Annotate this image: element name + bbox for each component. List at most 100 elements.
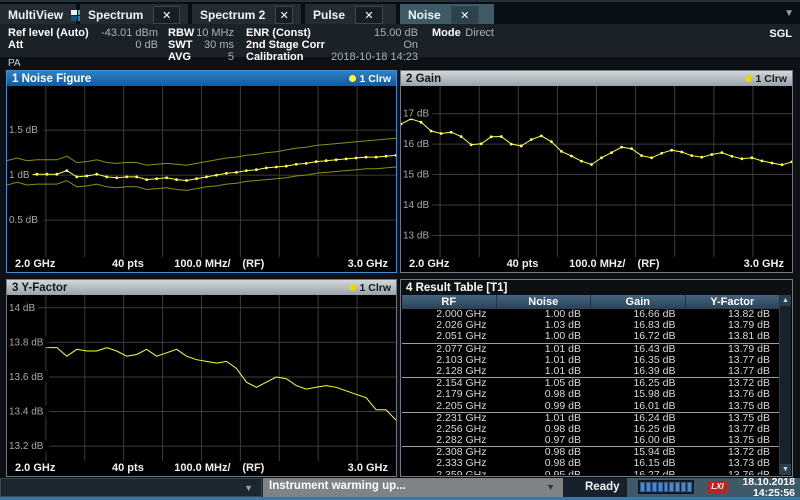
scroll-up-icon[interactable]: ▲ [780,295,791,306]
cell-noise: 0.97 dB [497,435,592,446]
tab-overflow-chevron-icon[interactable]: ▼ [784,8,794,19]
trace-legend: 1 Clrw [349,73,391,85]
trace1-mode-label: 1 Clrw [755,73,787,85]
gain-title: 2 Gain [406,73,441,85]
instrument-screen: MultiViewSpectrum✕Spectrum 2✕Pulse✕Noise… [0,0,800,500]
tab-spectrum-2[interactable]: Spectrum 2 ✕ [192,4,303,26]
cell-rf: 2.179 GHz [402,389,497,400]
table-row: 2.333 GHz0.98 dB16.15 dB13.73 dB [402,458,780,469]
lxi-icon: LXI [708,481,727,493]
cell-noise: 0.98 dB [497,458,592,469]
y-factor-title-bar[interactable]: 3 Y-Factor 1 Clrw [7,280,396,295]
gain-x-axis: 2.0 GHz 40 pts 100.0 MHz/ (RF) 3.0 GHz [401,257,792,272]
cell-y-factor: 13.75 dB [686,401,781,412]
points-label: 40 pts [112,462,144,474]
tab-pulse[interactable]: Pulse✕ [305,4,398,26]
ref-level-field[interactable]: Ref level (Auto) -43.01 dBm [8,28,158,39]
cell-rf: 2.282 GHz [402,435,497,446]
noise-figure-title-bar[interactable]: 1 Noise Figure 1 Clrw [7,71,396,86]
gain-chart-area[interactable]: 13 dB14 dB15 dB16 dB17 dB [401,86,792,257]
mode-field[interactable]: Mode Direct [432,28,494,39]
message-selector-dropdown[interactable]: ▼ [0,478,262,497]
ref-level-label: Ref level (Auto) [8,28,89,39]
cell-noise: 1.00 dB [497,331,592,342]
cell-noise: 1.01 dB [497,366,592,377]
panel-result-table: 4 Result Table [T1] RF Noise Gain Y-Fact… [400,279,793,477]
close-tab-icon[interactable]: ✕ [275,6,293,24]
enr-field[interactable]: ENR (Const) 15.00 dB [246,28,418,39]
cell-y-factor: 13.76 dB [686,470,781,475]
y-axis-label: 14 dB [9,303,35,314]
close-tab-icon[interactable]: ✕ [451,6,479,24]
x-start-label: 2.0 GHz [15,462,55,474]
noise-figure-chart-area[interactable]: 0.5 dB1 dB1.5 dB [7,86,396,257]
cell-noise: 0.95 dB [497,470,592,475]
y-axis-label: 13.8 dB [9,337,44,348]
table-row: 2.359 GHz0.95 dB16.27 dB13.76 dB [402,470,780,475]
y-axis-label: 13.6 dB [9,372,44,383]
x-start-label: 2.0 GHz [15,258,55,270]
chevron-down-icon: ▼ [244,483,253,493]
result-table-title: 4 Result Table [T1] [406,282,507,294]
avg-field[interactable]: AVG 5 [168,52,234,63]
cell-gain: 16.27 dB [591,470,686,475]
column-header-noise: Noise [497,295,592,309]
x-stop-label: 3.0 GHz [348,258,388,270]
y-axis-label: 13 dB [403,230,429,241]
result-table-body: 2.000 GHz1.00 dB16.66 dB13.82 dB2.026 GH… [402,309,780,475]
rbw-field[interactable]: RBW 10 MHz [168,28,234,39]
ready-status: Ready [585,481,620,493]
x-start-label: 2.0 GHz [409,258,449,270]
attenuation-field[interactable]: Att 0 dB [8,40,158,51]
y-axis-label: 1 dB [9,170,30,181]
y-axis-label: 13.4 dB [9,407,44,418]
calibration-value: 2018-10-18 14:23 [331,52,418,63]
x-domain-label: (RF) [638,258,660,270]
x-scale-label: 100.0 MHz/ [174,258,230,270]
cell-rf: 2.205 GHz [402,401,497,412]
points-label: 40 pts [507,258,539,270]
y-factor-chart-area[interactable]: 13.2 dB 13.4 dB 13.6 dB 13.8 dB 14 dB [7,295,396,461]
cell-noise: 0.98 dB [497,389,592,400]
tab-label: Spectrum 2 [200,8,265,22]
close-tab-icon[interactable]: ✕ [355,6,383,24]
table-row: 2.205 GHz0.99 dB16.01 dB13.75 dB [402,401,780,413]
cell-gain: 16.39 dB [591,366,686,377]
second-stage-corr-field[interactable]: 2nd Stage Corr On [246,40,418,51]
rbw-label: RBW [168,28,194,39]
cell-gain: 15.98 dB [591,389,686,400]
gain-title-bar[interactable]: 2 Gain 1 Clrw [401,71,792,86]
status-message-bar: Instrument warming up... ▼ [263,478,563,497]
y-axis-label: 13.2 dB [9,441,44,452]
panel-y-factor: 3 Y-Factor 1 Clrw 13.2 dB13.4 dB13.6 dB1… [6,279,397,477]
tab-spectrum[interactable]: Spectrum✕ [80,4,190,26]
tab-multiview[interactable]: MultiView [0,4,78,26]
scroll-down-icon[interactable]: ▼ [780,464,791,475]
table-scrollbar[interactable]: ▲ ▼ [779,295,791,475]
chart-svg: 0.5 dB1 dB1.5 dB [7,86,396,257]
tab-label: MultiView [8,8,63,22]
table-row: 2.051 GHz1.00 dB16.72 dB13.81 dB [402,331,780,343]
calibration-field[interactable]: Calibration 2018-10-18 14:23 [246,52,418,63]
x-stop-label: 3.0 GHz [348,462,388,474]
enr-value: 15.00 dB [374,28,418,39]
trace-legend: 1 Clrw [745,73,787,85]
swt-field[interactable]: SWT 30 ms [168,40,234,51]
att-label: Att [8,40,23,51]
preamp-indicator: PA [8,58,21,69]
trace1-dot-icon [745,75,752,82]
result-table-title-bar[interactable]: 4 Result Table [T1] [401,280,792,295]
y-axis-label: 14 dB [403,200,429,211]
tab-noise[interactable]: Noise✕ [400,4,496,26]
chevron-down-icon[interactable]: ▼ [546,482,555,492]
date-time[interactable]: 18.10.2018 14:25:56 [742,477,795,498]
cell-rf: 2.333 GHz [402,458,497,469]
result-table-header: RF Noise Gain Y-Factor [402,295,780,309]
panel-noise-figure: 1 Noise Figure 1 Clrw 0.5 dB1 dB1.5 dB 2… [6,70,397,273]
status-message: Instrument warming up... [269,480,406,492]
ref-level-value: -43.01 dBm [101,28,158,39]
close-tab-icon[interactable]: ✕ [153,6,180,24]
status-right-section: LXI 18.10.2018 14:25:56 [627,478,800,497]
y-axis-label: 15 dB [403,170,429,181]
cell-y-factor: 13.76 dB [686,389,781,400]
